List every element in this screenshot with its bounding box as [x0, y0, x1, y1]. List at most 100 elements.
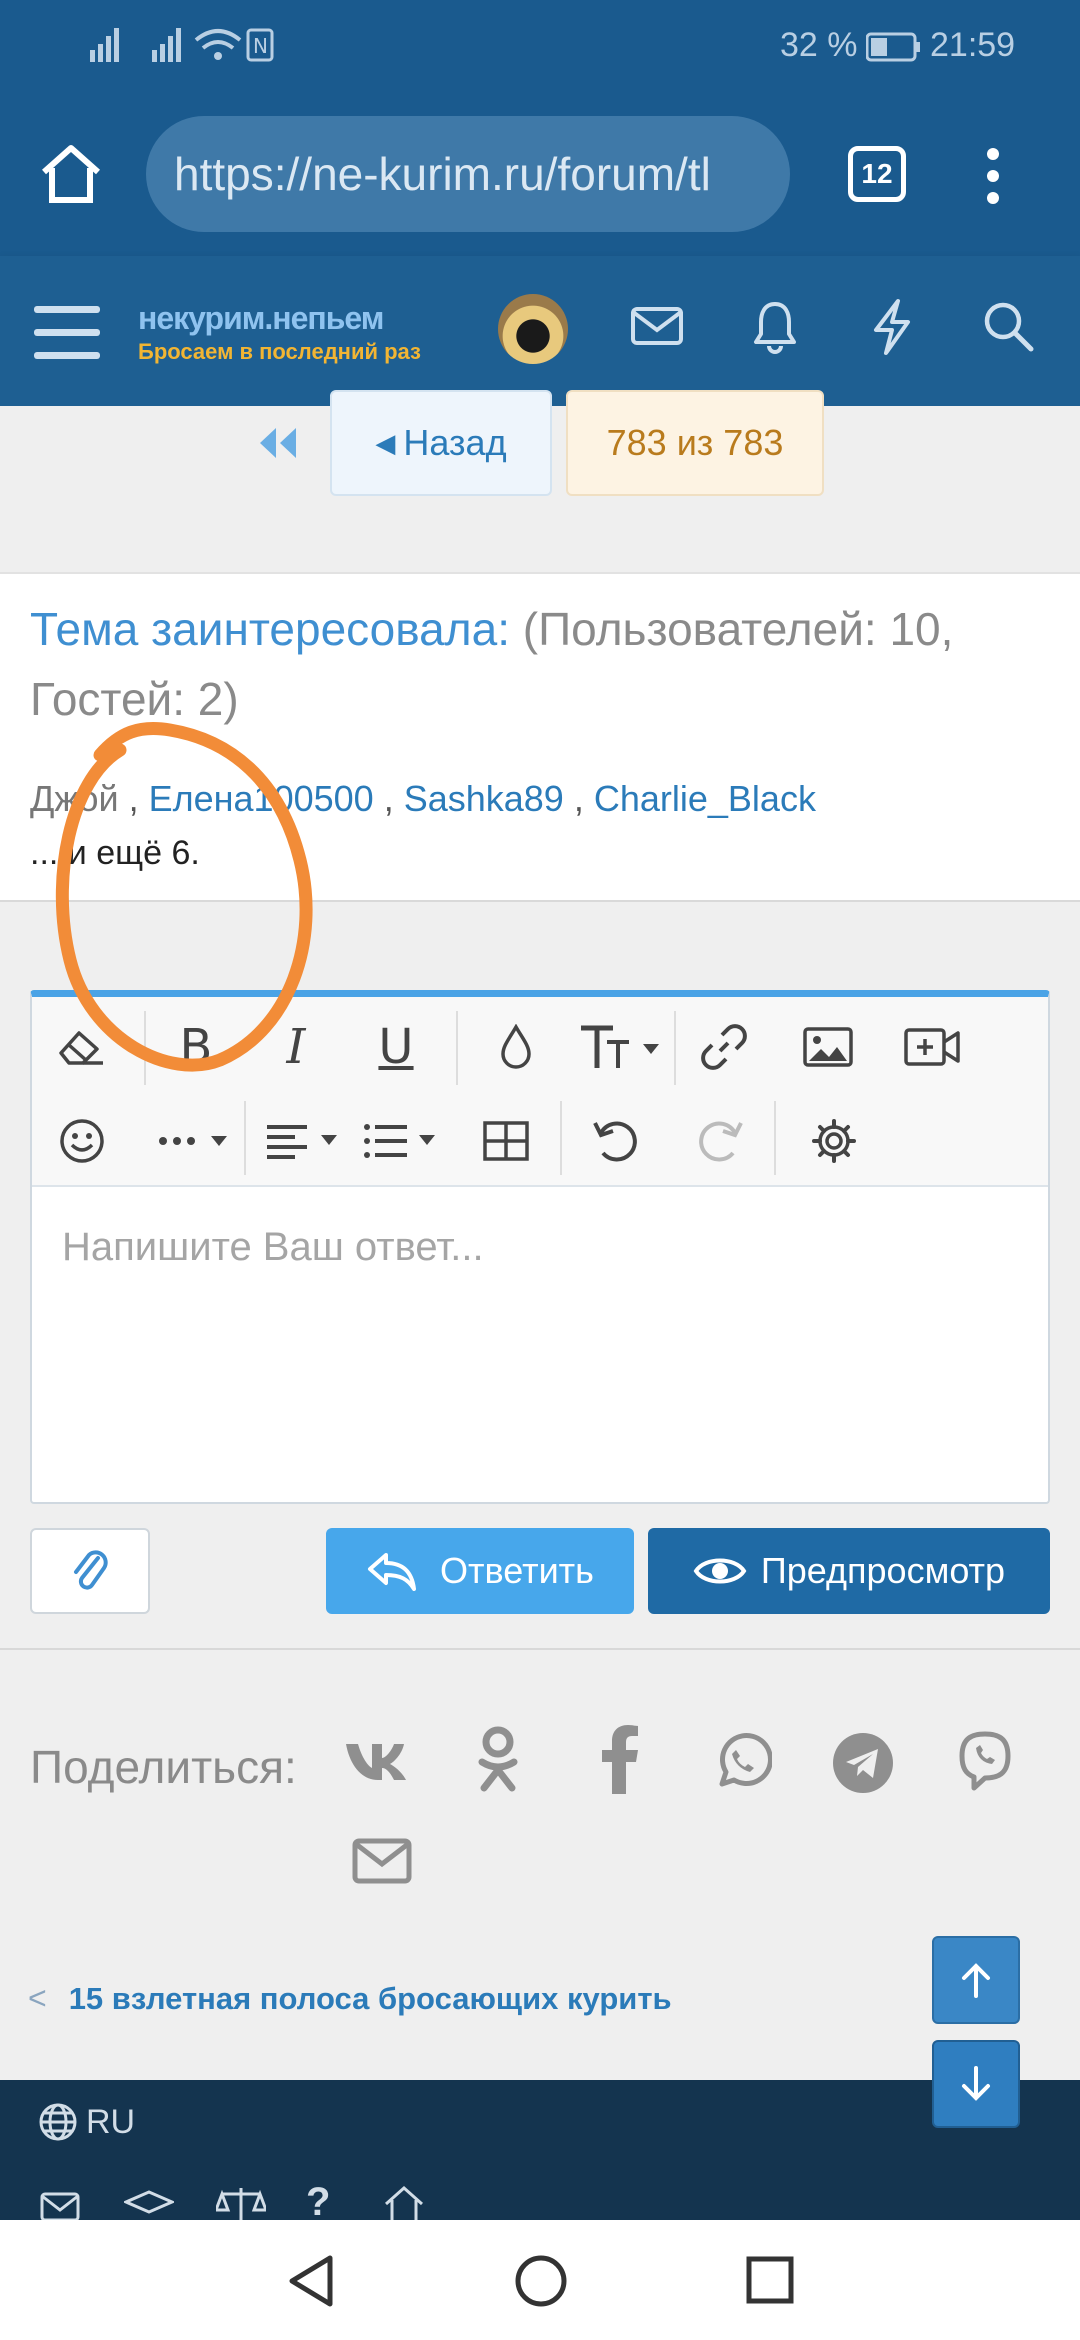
color-drop-icon[interactable]: [486, 1017, 546, 1077]
browser-toolbar: https://ne-kurim.ru/forum/tl 12: [0, 96, 1080, 256]
graduation-cap-icon[interactable]: [124, 2190, 174, 2220]
language-switcher[interactable]: RU: [38, 2102, 135, 2142]
odnoklassniki-icon[interactable]: [474, 1724, 522, 1796]
whatsapp-icon[interactable]: [712, 1732, 772, 1792]
site-logo[interactable]: некурим.непьем Бросаем в последний раз: [138, 300, 448, 365]
tabs-count-button[interactable]: 12: [848, 146, 906, 202]
emoji-icon[interactable]: [52, 1111, 112, 1171]
reply-arrow-icon: [368, 1553, 417, 1591]
italic-icon[interactable]: I: [266, 1015, 326, 1079]
scroll-top-button[interactable]: [932, 1936, 1020, 2024]
toolbar-divider: [244, 1101, 246, 1175]
scales-icon[interactable]: [216, 2186, 266, 2220]
preview-label: Предпросмотр: [760, 1550, 1006, 1591]
logo-title: некурим.непьем: [138, 300, 384, 336]
clock: 21:59: [930, 26, 1016, 64]
battery-percent: 32 %: [780, 26, 858, 64]
reply-label: Ответить: [440, 1550, 594, 1591]
preview-button[interactable]: Предпросмотр: [648, 1528, 1050, 1614]
page-label: 783 из 783: [606, 422, 784, 463]
arrow-down-icon: [962, 2066, 990, 2101]
undo-icon[interactable]: [586, 1111, 646, 1171]
thread-viewers-block: Тема заинтересовала: (Пользователей: 10,…: [0, 572, 1080, 902]
user-avatar[interactable]: [498, 294, 568, 364]
back-label: Назад: [403, 422, 507, 463]
inbox-icon[interactable]: [630, 306, 684, 346]
prev-thread-title: 15 взлетная полоса бросающих курить: [68, 1980, 672, 2016]
nav-recents-icon[interactable]: [746, 2256, 794, 2304]
underline-icon[interactable]: U: [366, 1015, 426, 1079]
page-content: ◀ Назад 783 из 783 Тема заинтересовала: …: [0, 390, 1080, 2082]
site-header: некурим.непьем Бросаем в последний раз: [0, 256, 1080, 406]
bold-icon[interactable]: B: [166, 1015, 226, 1079]
email-share-icon[interactable]: [352, 1838, 412, 1884]
align-icon[interactable]: [260, 1111, 350, 1171]
battery-icon: [866, 32, 922, 62]
nav-back-icon[interactable]: [286, 2254, 334, 2308]
font-size-icon[interactable]: [574, 1017, 664, 1077]
arrow-up-icon: [962, 1963, 990, 1998]
language-label: RU: [86, 2102, 136, 2141]
viewer-user[interactable]: Sashka89: [404, 778, 564, 819]
viewers-heading-link[interactable]: Тема заинтересовала:: [30, 603, 510, 655]
table-icon[interactable]: [476, 1111, 536, 1171]
reply-editor: B I U Напишите Ваш ответ...: [30, 990, 1050, 1504]
vk-icon[interactable]: [344, 1732, 410, 1784]
scroll-bottom-button[interactable]: [932, 2040, 1020, 2128]
lightning-icon[interactable]: [870, 298, 914, 356]
viewers-more[interactable]: ... и ещё 6.: [30, 834, 200, 873]
eye-icon: [693, 1558, 747, 1584]
system-nav-bar: [0, 2220, 1080, 2340]
url-field[interactable]: https://ne-kurim.ru/forum/tl: [146, 116, 790, 232]
more-vert-icon[interactable]: [986, 146, 1000, 206]
viber-icon[interactable]: [954, 1730, 1016, 1796]
contact-mail-icon[interactable]: [40, 2192, 80, 2220]
redo-icon[interactable]: [690, 1111, 750, 1171]
first-page-icon[interactable]: [256, 426, 300, 460]
globe-icon: [39, 2103, 77, 2141]
toolbar-divider: [774, 1101, 776, 1175]
reply-button[interactable]: Ответить: [326, 1528, 634, 1614]
logo-tagline: Бросаем в последний раз: [138, 339, 421, 364]
prev-thread-link[interactable]: < 15 взлетная полоса бросающих курить: [28, 1980, 672, 2017]
url-text: https://ne-kurim.ru/forum/tl: [174, 148, 711, 200]
share-label: Поделиться:: [30, 1741, 297, 1793]
caret-left-icon: ◀: [375, 427, 396, 458]
paperclip-icon: [74, 1550, 108, 1590]
chevron-left-icon: <: [28, 1980, 47, 2016]
status-bar: N 32 % 21:59: [0, 0, 1080, 96]
image-icon[interactable]: [798, 1017, 858, 1077]
back-page-button[interactable]: ◀ Назад: [330, 390, 552, 496]
help-question-icon[interactable]: ?: [306, 2180, 330, 2220]
site-footer: RU ?: [0, 2080, 1080, 2220]
list-icon[interactable]: [358, 1111, 448, 1171]
toolbar-divider: [456, 1011, 458, 1085]
eraser-icon[interactable]: [52, 1017, 112, 1077]
tabs-count: 12: [861, 158, 893, 189]
bell-icon[interactable]: [752, 300, 798, 354]
settings-gear-icon[interactable]: [804, 1111, 864, 1171]
home-icon[interactable]: [38, 142, 104, 206]
viewer-user[interactable]: Елена100500: [149, 778, 374, 819]
toolbar-divider: [674, 1011, 676, 1085]
link-icon[interactable]: [694, 1017, 754, 1077]
attach-files-button[interactable]: [30, 1528, 150, 1614]
video-icon[interactable]: [902, 1017, 962, 1077]
section-divider: [0, 1648, 1080, 1650]
telegram-icon[interactable]: [832, 1732, 894, 1794]
signal-icons: N: [86, 22, 274, 66]
search-icon[interactable]: [982, 300, 1034, 352]
reply-textarea[interactable]: Напишите Ваш ответ...: [62, 1225, 484, 1270]
facebook-icon[interactable]: [600, 1724, 640, 1794]
viewers-list: Джой , Елена100500 , Sashka89 , Charlie_…: [30, 778, 816, 819]
viewer-user[interactable]: Джой: [30, 778, 119, 819]
current-page-indicator[interactable]: 783 из 783: [566, 390, 824, 496]
hamburger-menu-icon[interactable]: [34, 304, 100, 362]
nav-home-icon[interactable]: [514, 2254, 568, 2308]
home-footer-icon[interactable]: [382, 2184, 426, 2220]
viewer-user[interactable]: Charlie_Black: [594, 778, 816, 819]
more-options-icon[interactable]: [150, 1111, 240, 1171]
editor-toolbar: B I U: [32, 997, 1048, 1187]
toolbar-divider: [144, 1011, 146, 1085]
svg-text:N: N: [253, 34, 268, 58]
